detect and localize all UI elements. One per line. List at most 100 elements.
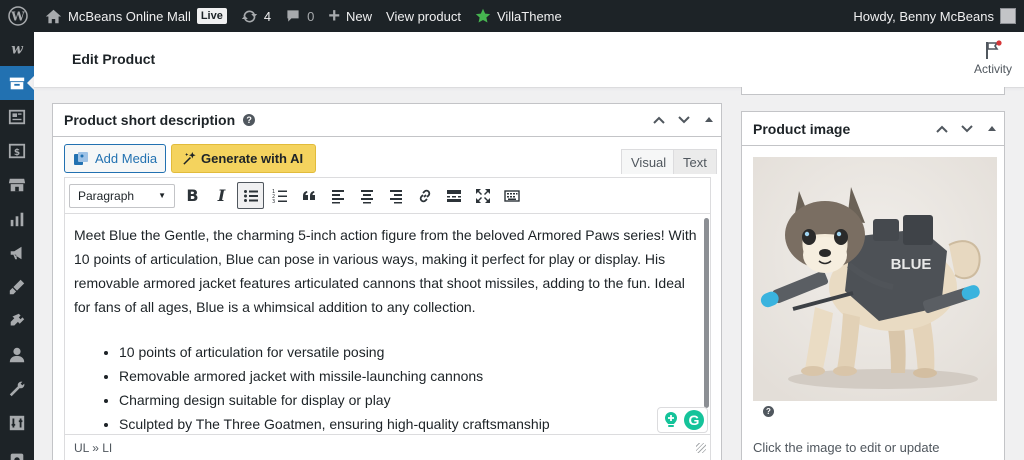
toggle-panel-button[interactable]	[979, 112, 1004, 145]
products-menu-icon[interactable]	[0, 66, 35, 100]
add-media-button[interactable]: Add Media	[64, 144, 167, 173]
editor-statusbar: UL » LI	[65, 434, 710, 460]
generate-ai-button[interactable]: Generate with AI	[171, 144, 317, 173]
media-icon	[74, 151, 88, 165]
view-product-label: View product	[386, 8, 461, 24]
tools-menu-icon[interactable]	[0, 372, 34, 406]
blockquote-button[interactable]	[295, 182, 322, 209]
element-path: UL » LI	[74, 440, 113, 455]
pages-menu-icon[interactable]	[0, 100, 34, 134]
view-product-link[interactable]: View product	[379, 0, 468, 32]
list-item: 10 points of articulation for versatile …	[119, 340, 701, 364]
sparkle-icon	[183, 151, 196, 165]
my-account-link[interactable]: Howdy, Benny McBeans	[846, 0, 1024, 32]
read-more-button[interactable]	[440, 182, 467, 209]
villatheme-link[interactable]: VillaTheme	[468, 0, 569, 32]
site-name-link[interactable]: McBeans Online Mall Live	[38, 0, 234, 32]
chevron-down-icon	[677, 116, 690, 124]
align-center-button[interactable]	[353, 182, 380, 209]
tab-text[interactable]: Text	[673, 149, 717, 174]
scrollbar-thumb[interactable]	[704, 218, 709, 408]
new-label: New	[346, 8, 373, 24]
italic-button[interactable]: I	[208, 182, 235, 209]
side-panel-edge	[741, 87, 1005, 95]
howdy-text: Howdy, Benny McBeans	[853, 8, 994, 24]
updates-count: 4	[263, 8, 272, 24]
read-more-icon	[446, 189, 461, 202]
comments-link[interactable]: 0	[278, 0, 321, 32]
svg-text:$: $	[14, 148, 20, 158]
short-description-header: Product short description ?	[53, 104, 721, 137]
tab-visual[interactable]: Visual	[621, 149, 677, 174]
align-right-button[interactable]	[382, 182, 409, 209]
grammarly-icon[interactable]: G	[684, 410, 704, 430]
product-image-header: Product image	[742, 112, 1004, 146]
editor-toolbar: Paragraph ▼ B I 123	[65, 178, 710, 214]
grammarly-widget[interactable]: G	[657, 407, 708, 433]
page-header: Edit Product Activity	[34, 32, 1024, 88]
help-icon[interactable]: ?	[763, 406, 774, 417]
chevron-down-icon	[960, 124, 973, 132]
short-description-box: Product short description ? Add Media Ge…	[52, 103, 722, 460]
quote-icon	[302, 190, 315, 200]
numbered-list-icon: 123	[272, 189, 287, 204]
comment-icon	[285, 8, 301, 24]
short-description-title: Product short description	[64, 112, 236, 128]
toggle-panel-button[interactable]	[696, 104, 721, 137]
keyboard-icon	[503, 189, 520, 202]
home-icon	[45, 8, 62, 25]
svg-text:w: w	[11, 42, 24, 58]
settings-menu-icon[interactable]	[0, 406, 34, 440]
grammarly-assist-icon[interactable]	[661, 410, 681, 430]
marketing-menu-icon[interactable]	[0, 236, 34, 270]
feature-list: 10 points of articulation for versatile …	[119, 340, 701, 434]
comments-count: 0	[307, 8, 315, 24]
users-menu-icon[interactable]	[0, 338, 34, 372]
jacket-text: BLUE	[891, 256, 932, 273]
misc-menu-icon[interactable]	[0, 442, 34, 460]
editor-scrollbar[interactable]	[703, 218, 709, 408]
bullet-list-icon	[243, 189, 258, 202]
wordpress-logo-icon[interactable]: W	[0, 0, 38, 32]
bullet-list-button[interactable]	[237, 182, 264, 209]
align-center-icon	[360, 189, 373, 203]
move-up-button[interactable]	[646, 104, 671, 137]
help-icon[interactable]: ?	[243, 114, 256, 126]
admin-bar: W McBeans Online Mall Live 4 0 + New Vie…	[0, 0, 1024, 32]
activity-button[interactable]: Activity	[972, 38, 1014, 76]
move-down-button[interactable]	[671, 104, 696, 137]
plus-icon: +	[328, 5, 340, 27]
add-media-label: Add Media	[95, 151, 158, 166]
move-down-button[interactable]	[954, 112, 979, 145]
caret-up-icon	[987, 125, 996, 131]
woo-icon[interactable]: w	[0, 32, 34, 66]
payments-menu-icon[interactable]: $	[0, 134, 34, 168]
activity-label: Activity	[973, 62, 1012, 76]
image-hint-text: Click the image to edit or update	[753, 440, 940, 455]
editor-content[interactable]: Meet Blue the Gentle, the charming 5-inc…	[65, 214, 710, 434]
plugins-menu-icon[interactable]	[0, 304, 34, 338]
product-image[interactable]: BLUE	[753, 157, 997, 401]
updates-link[interactable]: 4	[234, 0, 278, 32]
toolbar-toggle-button[interactable]	[498, 182, 525, 209]
live-badge: Live	[196, 8, 227, 24]
align-right-icon	[389, 189, 402, 203]
analytics-menu-icon[interactable]	[0, 202, 34, 236]
star-icon	[475, 8, 491, 24]
appearance-menu-icon[interactable]	[0, 270, 34, 304]
admin-menu: w $	[0, 32, 35, 460]
new-content-link[interactable]: + New	[321, 0, 379, 32]
insert-link-button[interactable]	[411, 182, 438, 209]
resize-handle[interactable]	[696, 442, 706, 453]
numbered-list-button[interactable]: 123	[266, 182, 293, 209]
bold-button[interactable]: B	[179, 182, 206, 209]
description-paragraph: Meet Blue the Gentle, the charming 5-inc…	[74, 227, 697, 315]
move-up-button[interactable]	[929, 112, 954, 145]
fullscreen-icon	[475, 188, 490, 203]
fullscreen-button[interactable]	[469, 182, 496, 209]
chevron-up-icon	[652, 116, 665, 124]
align-left-button[interactable]	[324, 182, 351, 209]
format-select[interactable]: Paragraph ▼	[69, 183, 175, 208]
align-left-icon	[331, 189, 344, 203]
store-menu-icon[interactable]	[0, 168, 34, 202]
